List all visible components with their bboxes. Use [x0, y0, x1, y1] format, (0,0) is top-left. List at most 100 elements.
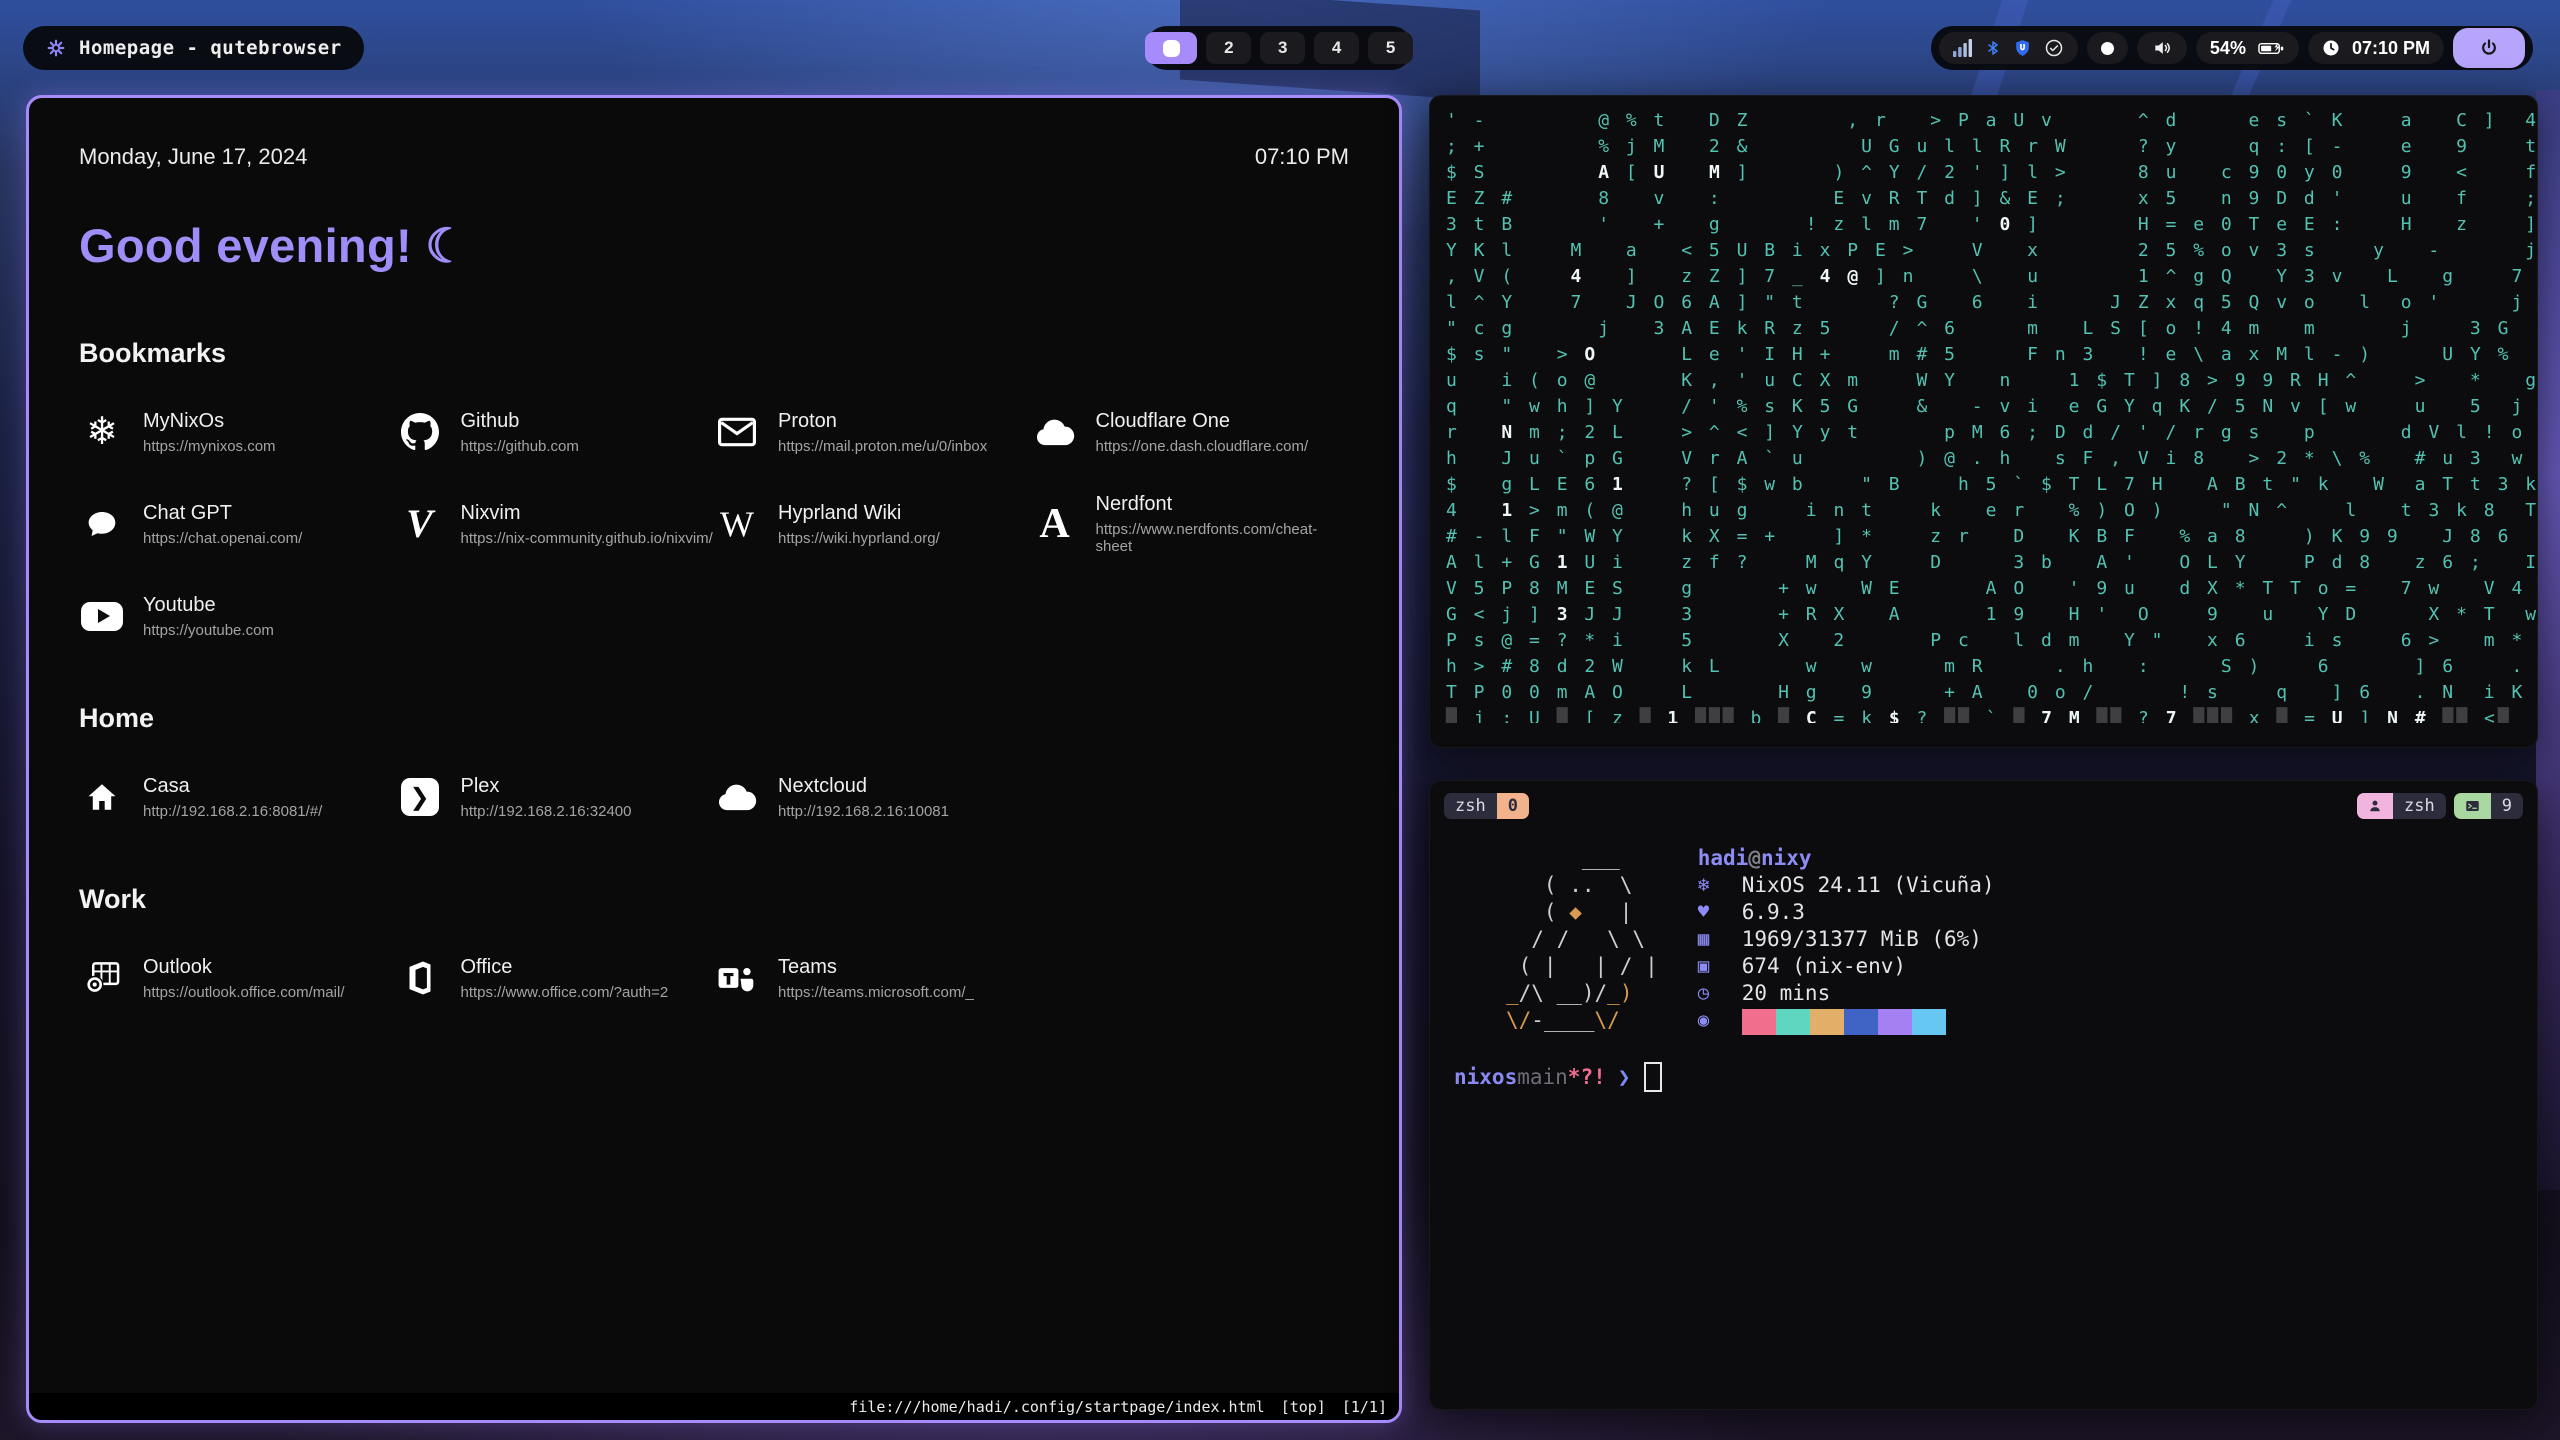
bookmark-url: http://192.168.2.16:32400 [461, 803, 632, 820]
workspace-button-2[interactable]: 2 [1206, 32, 1251, 64]
bookmark-title: Outlook [143, 956, 344, 979]
workspace-button-4[interactable]: 4 [1314, 32, 1359, 64]
os-icon: ❄ [1698, 872, 1742, 899]
bookmark-text: MyNixOs https://mynixos.com [143, 410, 276, 455]
tmux-session-tab[interactable]: zsh 0 [1444, 793, 1529, 819]
bookmark-title: Plex [461, 775, 632, 798]
record-dot-icon [2101, 42, 2114, 55]
fetch-value: 20 mins [1742, 980, 1831, 1007]
pkgs-icon: ▣ [1698, 953, 1742, 980]
prompt-arrow: ❯ [1618, 1065, 1631, 1089]
tab-index: 0 [1497, 793, 1529, 819]
tab-label: zsh [1444, 793, 1497, 819]
fetch-line-os: ❄NixOS 24.11 (Vicuña) [1698, 872, 1995, 899]
bookmark-office[interactable]: Officehttps://www.office.com/?auth=2 [397, 955, 715, 1001]
zsh-terminal-window[interactable]: zsh 0 zsh 9 ___ ( .. \ ( ◆ | / / \ \ ( | [1429, 780, 2538, 1410]
bookmark-nerdfont[interactable]: ANerdfonthttps://www.nerdfonts.com/cheat… [1032, 493, 1350, 555]
ram-icon: ▦ [1698, 926, 1742, 953]
bookmark-text: Youtubehttps://youtube.com [143, 594, 274, 639]
palette-swatch [1878, 1009, 1912, 1035]
status-check-icon[interactable] [2044, 38, 2064, 58]
cloud-icon [714, 774, 760, 820]
tmux-window-count-widget: 9 [2454, 793, 2523, 819]
bookmark-url: https://nix-community.github.io/nixvim/ [461, 530, 713, 547]
qutebrowser-statusbar: file:///home/hadi/.config/startpage/inde… [29, 1393, 1399, 1420]
color-palette-strip [1742, 1009, 1946, 1035]
speaker-icon [2151, 38, 2173, 58]
workspace-button-5[interactable]: 5 [1368, 32, 1413, 64]
power-button[interactable] [2453, 28, 2525, 68]
bitwarden-shield-icon[interactable] [2013, 38, 2032, 58]
palette-swatch [1776, 1009, 1810, 1035]
bar-window-title-pill: Homepage - qutebrowser [23, 26, 364, 70]
recording-indicator-chip[interactable] [2087, 32, 2128, 64]
bookmark-chat-gpt[interactable]: Chat GPThttps://chat.openai.com/ [79, 493, 397, 555]
bookmark-github[interactable]: Githubhttps://github.com [397, 409, 715, 455]
bookmark-casa[interactable]: Casahttp://192.168.2.16:8081/#/ [79, 774, 397, 820]
bookmark-teams[interactable]: Teamshttps://teams.microsoft.com/_ [714, 955, 1032, 1001]
user-icon [2357, 793, 2393, 819]
bookmark-text: Chat GPThttps://chat.openai.com/ [143, 502, 302, 547]
bookmark-plex[interactable]: ❯Plexhttp://192.168.2.16:32400 [397, 774, 715, 820]
bookmark-proton[interactable]: Protonhttps://mail.proton.me/u/0/inbox [714, 409, 1032, 455]
tmux-user-widget: zsh [2357, 793, 2446, 819]
bookmark-title: Casa [143, 775, 322, 798]
bookmark-text: Teamshttps://teams.microsoft.com/_ [778, 956, 974, 1001]
volume-chip[interactable] [2137, 32, 2187, 64]
bookmark-text: Plex http://192.168.2.16:32400 [461, 775, 632, 820]
wiki-icon: W [714, 501, 760, 547]
clock-chip[interactable]: 07:10 PM [2308, 32, 2444, 64]
tray-icons-chip [1939, 32, 2078, 64]
fetch-value: 674 (nix-env) [1742, 953, 1906, 980]
bookmark-text: Cloudflare Onehttps://one.dash.cloudflar… [1096, 410, 1309, 455]
active-workspace-dot [1163, 40, 1180, 57]
workspace-button-1[interactable] [1145, 32, 1197, 64]
bookmark-title: Nextcloud [778, 775, 949, 798]
palette-icon: ◉ [1698, 1007, 1742, 1034]
battery-charging-icon [2258, 41, 2285, 56]
bookmark-hyprland-wiki[interactable]: WHyprland Wikihttps://wiki.hyprland.org/ [714, 493, 1032, 555]
fetch-value: 6.9.3 [1742, 899, 1805, 926]
bookmark-title: Proton [778, 410, 987, 433]
fetch-value: NixOS 24.11 (Vicuña) [1742, 872, 1995, 899]
fetch-line-ram: ▦1969/31377 MiB (6%) [1698, 926, 1995, 953]
palette-swatch [1810, 1009, 1844, 1035]
section-title-work: Work [79, 884, 1349, 915]
bookmark-url: https://outlook.office.com/mail/ [143, 984, 344, 1001]
bookmark-title: Youtube [143, 594, 274, 617]
section-title-home: Home [79, 703, 1349, 734]
bookmark-outlook[interactable]: Outlook https://outlook.office.com/mail/ [79, 955, 397, 1001]
status-tray: 54% 07:10 PM [1931, 26, 2533, 70]
terminal-cursor [1644, 1062, 1662, 1092]
fetch-line-pkgs: ▣674 (nix-env) [1698, 953, 1995, 980]
fetch-host: nixy [1761, 846, 1812, 870]
tmux-statusbar: zsh 0 zsh 9 [1430, 781, 2537, 819]
shell-prompt[interactable]: nixos main *?! ❯ [1430, 1034, 2537, 1092]
bluetooth-icon[interactable] [1985, 38, 2001, 58]
bookmark-url: https://github.com [461, 438, 579, 455]
fetch-at: @ [1748, 846, 1761, 870]
bookmark-text: Nixvim https://nix-community.github.io/ni… [461, 502, 713, 547]
matrix-terminal-window[interactable]: ' - @ % t D Z , r > P a U v ^ d e s ` K … [1429, 95, 2538, 748]
battery-chip[interactable]: 54% [2196, 32, 2299, 64]
prompt-git-branch: main [1517, 1065, 1568, 1089]
network-signal-icon[interactable] [1953, 40, 1973, 57]
bookmark-url: https://mynixos.com [143, 438, 276, 455]
bookmark-title: Nixvim [461, 502, 713, 525]
workspace-button-3[interactable]: 3 [1260, 32, 1305, 64]
bookmark-url: https://www.office.com/?auth=2 [461, 984, 669, 1001]
bookmark-nixvim[interactable]: VNixvimhttps://nix-community.github.io/n… [397, 493, 715, 555]
bookmark-title: MyNixOs [143, 410, 276, 433]
cloud-icon [1032, 409, 1078, 455]
bookmark-cloudflare-one[interactable]: Cloudflare Onehttps://one.dash.cloudflar… [1032, 409, 1350, 455]
nerdfont-icon: A [1032, 501, 1078, 547]
bookmark-nextcloud[interactable]: Nextcloudhttp://192.168.2.16:10081 [714, 774, 1032, 820]
section-grid-home: Casahttp://192.168.2.16:8081/#/❯Plexhttp… [79, 774, 1349, 820]
bookmark-youtube[interactable]: Youtubehttps://youtube.com [79, 593, 397, 639]
teams-icon [714, 955, 760, 1001]
bookmark-mynixos[interactable]: ❄MyNixOshttps://mynixos.com [79, 409, 397, 455]
cmatrix-output: ' - @ % t D Z , r > P a U v ^ d e s ` K … [1430, 96, 2537, 723]
bookmark-title: Chat GPT [143, 502, 302, 525]
uptime-icon: ◷ [1698, 980, 1742, 1007]
bookmark-text: Nextcloudhttp://192.168.2.16:10081 [778, 775, 949, 820]
